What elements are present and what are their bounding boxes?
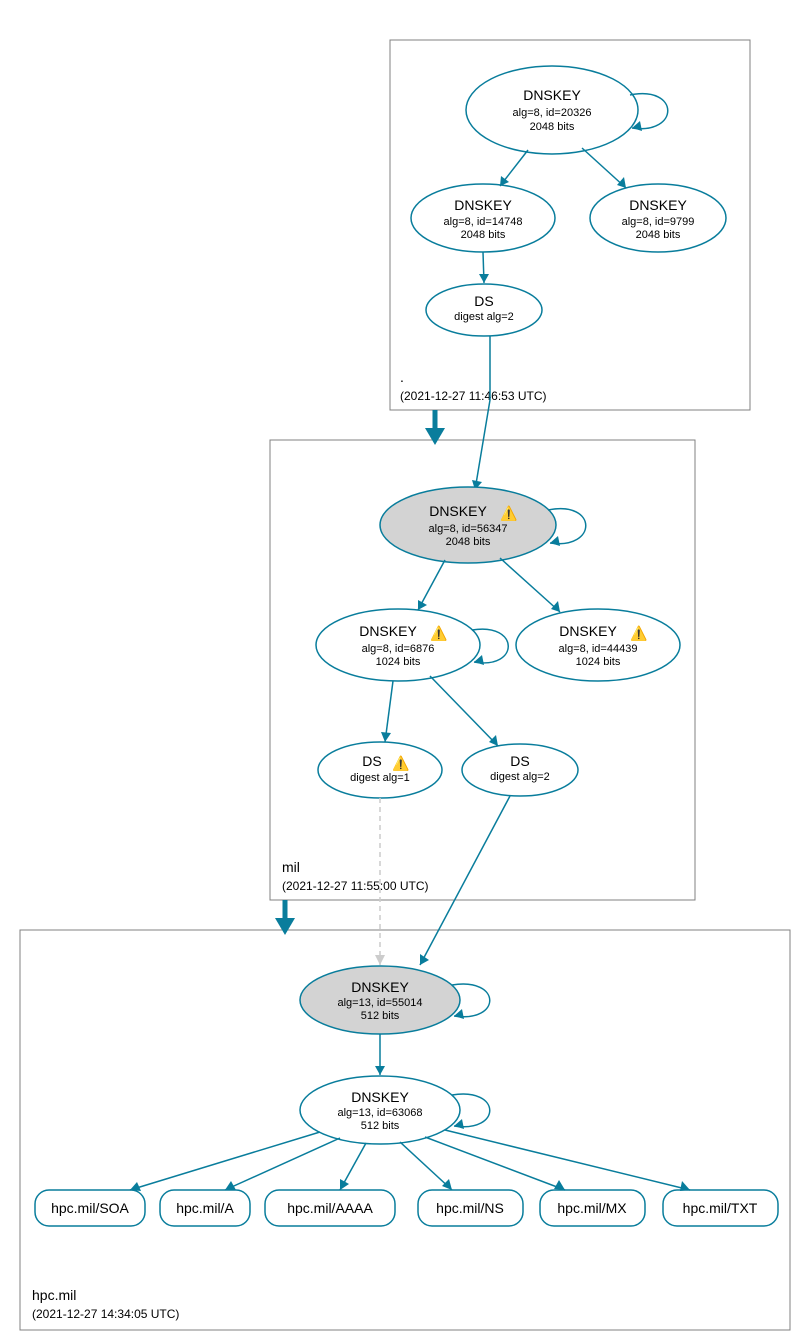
- rr-mx: hpc.mil/MX: [557, 1200, 627, 1216]
- edge-milds2-hpcksk: [420, 796, 510, 965]
- rr-aaaa: hpc.mil/AAAA: [287, 1200, 373, 1216]
- node-root-zsk1-alg: alg=8, id=14748: [444, 216, 523, 228]
- rr-a: hpc.mil/A: [176, 1200, 234, 1216]
- svg-text:DNSKEY: DNSKEY: [559, 623, 617, 639]
- arrow-zone-root-to-mil: [425, 428, 445, 445]
- edge-zsk-a: [225, 1138, 340, 1190]
- node-mil-zsk2: DNSKEY ⚠️ alg=8, id=44439 1024 bits: [516, 609, 680, 681]
- arrow-milds1-hpcksk: [375, 955, 385, 965]
- arrow-milksk-zsk2: [551, 601, 560, 612]
- node-mil-ds1-title: DS: [362, 753, 381, 769]
- warning-icon: ⚠️: [630, 625, 647, 642]
- node-mil-ksk-alg: alg=8, id=56347: [429, 523, 508, 535]
- arrow-milzsk1-ds2: [489, 735, 498, 746]
- warning-icon: ⚠️: [392, 755, 409, 772]
- node-mil-zsk1-title: DNSKEY: [359, 623, 417, 639]
- arrow-zone-mil-to-hpc: [275, 918, 295, 935]
- node-mil-zsk2-alg: alg=8, id=44439: [559, 643, 638, 655]
- arrow-hpcksk-zsk: [375, 1066, 385, 1075]
- rr-txt: hpc.mil/TXT: [683, 1200, 758, 1216]
- node-root-zsk2: DNSKEY alg=8, id=9799 2048 bits: [590, 184, 726, 252]
- node-mil-ksk-bits: 2048 bits: [446, 536, 491, 548]
- zone-hpc-timestamp: (2021-12-27 14:34:05 UTC): [32, 1307, 179, 1321]
- arrow-zsk-txt: [680, 1181, 690, 1191]
- node-root-zsk1-title: DNSKEY: [454, 197, 512, 213]
- node-root-ksk-bits: 2048 bits: [530, 121, 575, 133]
- node-root-ds-alg: digest alg=2: [454, 311, 514, 323]
- node-mil-zsk1: DNSKEY ⚠️ alg=8, id=6876 1024 bits: [316, 609, 480, 681]
- svg-text:DNSKEY: DNSKEY: [429, 503, 487, 519]
- node-mil-zsk2-bits: 1024 bits: [576, 656, 621, 668]
- node-root-ksk-title: DNSKEY: [523, 87, 581, 103]
- arrow-milzsk1-ds1: [381, 732, 391, 742]
- rr-row: hpc.mil/SOA hpc.mil/A hpc.mil/AAAA hpc.m…: [35, 1190, 778, 1226]
- svg-text:DS: DS: [362, 753, 381, 769]
- arrow-rootksk-zsk1: [500, 176, 509, 186]
- node-hpc-ksk-alg: alg=13, id=55014: [337, 997, 422, 1009]
- zone-root-timestamp: (2021-12-27 11:46:53 UTC): [400, 389, 547, 403]
- node-mil-zsk1-bits: 1024 bits: [376, 656, 421, 668]
- edge-zsk-txt: [445, 1130, 690, 1190]
- node-mil-ds2: DS digest alg=2: [462, 744, 578, 796]
- arrow-rootksk-zsk2: [617, 177, 626, 188]
- arrow-rootzsk1-ds: [479, 274, 489, 283]
- zone-mil-label: mil: [282, 859, 300, 875]
- node-hpc-ksk-bits: 512 bits: [361, 1010, 400, 1022]
- zone-root-label: .: [400, 369, 404, 385]
- node-hpc-zsk-title: DNSKEY: [351, 1089, 409, 1105]
- node-hpc-ksk-title: DNSKEY: [351, 979, 409, 995]
- node-mil-ksk: DNSKEY ⚠️ alg=8, id=56347 2048 bits: [380, 487, 556, 563]
- zone-mil-timestamp: (2021-12-27 11:55:00 UTC): [282, 879, 429, 893]
- node-hpc-ksk: DNSKEY alg=13, id=55014 512 bits: [300, 966, 460, 1034]
- edge-rootksk-zsk2: [582, 148, 626, 188]
- node-root-ksk: DNSKEY alg=8, id=20326 2048 bits: [466, 66, 638, 154]
- edge-zsk-ns: [400, 1142, 452, 1190]
- node-mil-ksk-title: DNSKEY: [429, 503, 487, 519]
- node-root-zsk2-bits: 2048 bits: [636, 229, 681, 241]
- warning-icon: ⚠️: [500, 505, 517, 522]
- node-mil-ds2-alg: digest alg=2: [490, 771, 550, 783]
- arrow-zsk-mx: [554, 1180, 565, 1190]
- node-root-ksk-alg: alg=8, id=20326: [513, 107, 592, 119]
- svg-text:DNSKEY: DNSKEY: [359, 623, 417, 639]
- node-mil-zsk1-alg: alg=8, id=6876: [362, 643, 435, 655]
- rr-soa: hpc.mil/SOA: [51, 1200, 129, 1216]
- node-mil-ds2-title: DS: [510, 753, 529, 769]
- node-hpc-zsk-alg: alg=13, id=63068: [337, 1107, 422, 1119]
- rr-ns: hpc.mil/NS: [436, 1200, 504, 1216]
- node-root-ds-title: DS: [474, 293, 493, 309]
- node-mil-ds1-alg: digest alg=1: [350, 772, 410, 784]
- node-mil-ds1: DS ⚠️ digest alg=1: [318, 742, 442, 798]
- edge-milzsk1-ds2: [430, 676, 498, 746]
- warning-icon: ⚠️: [430, 625, 447, 642]
- node-root-ds: DS digest alg=2: [426, 284, 542, 336]
- arrow-zsk-ns: [442, 1179, 452, 1190]
- edge-rootds-milksk: [475, 336, 490, 490]
- node-root-zsk2-title: DNSKEY: [629, 197, 687, 213]
- zone-hpc-label: hpc.mil: [32, 1287, 76, 1303]
- node-mil-zsk2-title: DNSKEY: [559, 623, 617, 639]
- node-root-zsk2-alg: alg=8, id=9799: [622, 216, 695, 228]
- node-root-zsk1-bits: 2048 bits: [461, 229, 506, 241]
- node-root-zsk1: DNSKEY alg=8, id=14748 2048 bits: [411, 184, 555, 252]
- edge-milksk-zsk2: [500, 558, 560, 612]
- edge-zsk-soa: [130, 1132, 320, 1190]
- node-hpc-zsk-bits: 512 bits: [361, 1120, 400, 1132]
- node-hpc-zsk: DNSKEY alg=13, id=63068 512 bits: [300, 1076, 460, 1144]
